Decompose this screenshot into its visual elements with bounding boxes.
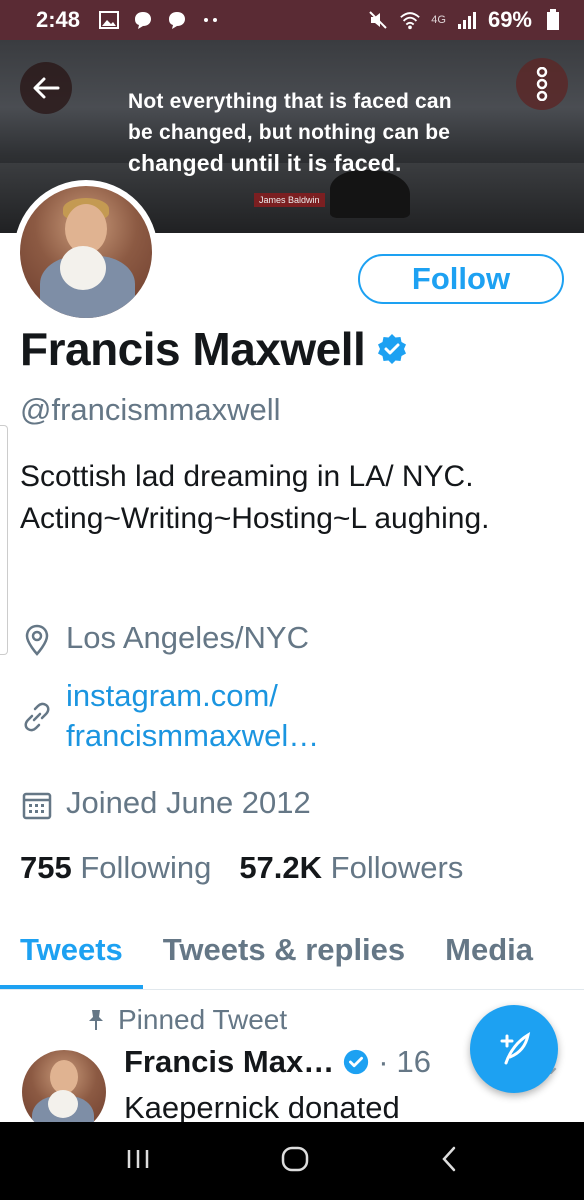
tweet-author-name[interactable]: Francis Max…	[124, 1044, 334, 1080]
avatar-photo	[20, 186, 152, 318]
pinned-tweet-text: Pinned Tweet	[118, 1004, 288, 1035]
follow-button[interactable]: Follow	[358, 254, 564, 304]
tweet-text[interactable]: Kaepernick donated	[124, 1090, 400, 1126]
wifi-icon	[399, 9, 421, 31]
following-stat[interactable]: 755 Following	[20, 850, 211, 886]
follow-stats: 755 Following 57.2K Followers	[20, 850, 463, 886]
status-bar: 2:48 4G 69%	[0, 0, 584, 40]
banner-quote-line: be changed, but nothing can be	[128, 121, 451, 144]
joined-text: Joined June 2012	[66, 785, 311, 820]
following-label: Following	[80, 850, 212, 885]
banner-quote: Not everything that is faced can be chan…	[128, 86, 488, 179]
chat-icon	[166, 9, 188, 31]
location-text: Los Angeles/NYC	[66, 620, 309, 655]
tweet-time[interactable]: 16	[397, 1044, 431, 1080]
more-dots-icon	[200, 9, 222, 31]
compose-tweet-button[interactable]	[470, 1005, 558, 1093]
followers-count: 57.2K	[239, 850, 323, 885]
following-count: 755	[20, 850, 72, 885]
recent-apps-icon	[127, 1149, 148, 1168]
profile-website[interactable]: instagram.com/ francismmaxwel…	[20, 676, 319, 756]
profile-bio: Scottish lad dreaming in LA/ NYC. Acting…	[20, 460, 490, 535]
website-link-line[interactable]: instagram.com/	[66, 676, 319, 716]
chat-icon	[132, 9, 154, 31]
profile-tabs: Tweets Tweets & replies Media	[0, 918, 584, 990]
tweet-header: Francis Max… · 16	[124, 1044, 431, 1080]
followers-label: Followers	[330, 850, 464, 885]
more-options-button[interactable]	[516, 58, 568, 110]
status-time: 2:48	[36, 7, 81, 32]
pin-icon	[89, 1010, 103, 1030]
signal-icon	[456, 9, 478, 31]
profile-name-row: Francis Maxwell	[20, 322, 407, 376]
website-link[interactable]: instagram.com/ francismmaxwel…	[66, 676, 319, 756]
recent-apps-button[interactable]	[125, 1147, 151, 1176]
system-nav-bar	[0, 1122, 584, 1200]
verified-badge-icon	[344, 1049, 369, 1075]
mute-icon	[367, 9, 389, 31]
location-pin-icon	[25, 624, 49, 656]
battery-percent: 69%	[487, 7, 532, 32]
edge-panel-handle[interactable]	[0, 425, 8, 655]
back-nav-button[interactable]	[439, 1145, 459, 1178]
profile-handle: @francismmaxwell	[20, 392, 281, 427]
network-type: 4G	[431, 14, 446, 26]
back-button[interactable]	[20, 62, 72, 114]
home-icon	[281, 1146, 309, 1171]
profile-location: Los Angeles/NYC	[20, 620, 309, 657]
banner-quote-author: James Baldwin	[254, 193, 325, 207]
pinned-tweet-label: Pinned Tweet	[88, 1004, 287, 1036]
image-icon	[98, 9, 120, 31]
tab-tweets[interactable]: Tweets	[0, 918, 143, 989]
followers-stat[interactable]: 57.2K Followers	[239, 850, 463, 886]
tab-tweets-and-replies[interactable]: Tweets & replies	[143, 918, 425, 989]
home-button[interactable]	[280, 1144, 310, 1179]
tab-media[interactable]: Media	[425, 918, 553, 989]
verified-badge-icon	[378, 334, 407, 364]
arrow-left-icon	[33, 77, 60, 99]
banner-quote-line: changed until it is faced.	[128, 150, 402, 176]
profile-name: Francis Maxwell	[20, 323, 366, 375]
calendar-icon	[22, 792, 52, 820]
chevron-left-icon	[442, 1146, 456, 1171]
banner-quote-line: Not everything that is faced can	[128, 90, 452, 113]
link-icon	[24, 702, 50, 732]
vertical-dots-icon	[536, 67, 548, 101]
battery-icon	[542, 9, 564, 31]
profile-joined: Joined June 2012	[20, 785, 311, 822]
compose-quill-icon	[500, 1031, 531, 1065]
profile-avatar[interactable]	[14, 180, 158, 324]
website-link-line[interactable]: francismmaxwel…	[66, 716, 319, 756]
tweet-separator: ·	[378, 1044, 389, 1079]
